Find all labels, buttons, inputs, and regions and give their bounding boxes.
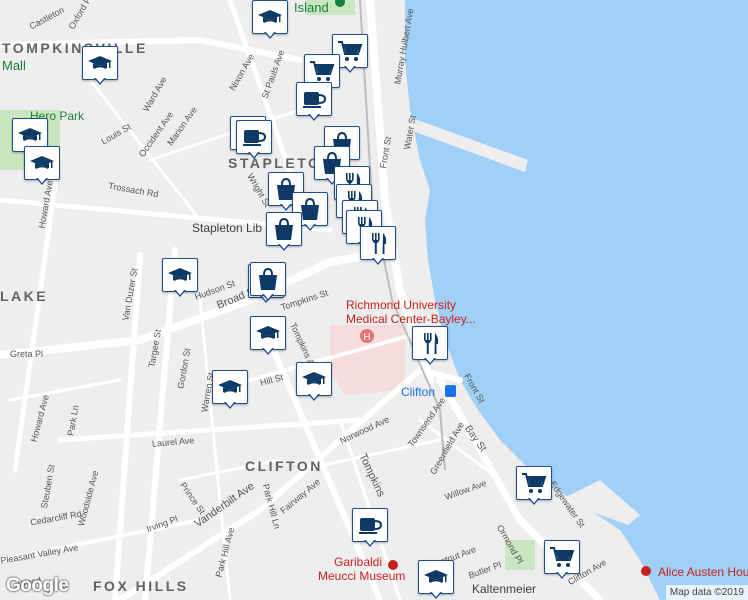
map-marker-shopping-cart[interactable] <box>516 466 552 506</box>
graduation-cap-icon <box>167 263 193 287</box>
poi-kaltenmeier[interactable]: Kaltenmeier <box>472 583 536 595</box>
graduation-cap-icon <box>29 151 55 175</box>
graduation-cap-icon <box>17 123 43 147</box>
map-marker-shopping-cart[interactable] <box>544 540 580 580</box>
map-marker-coffee-cup[interactable] <box>352 508 388 548</box>
map-marker-graduation-cap[interactable] <box>296 362 332 402</box>
poi-clifton-station[interactable]: Clifton <box>401 386 435 398</box>
google-logo: Google <box>6 575 69 596</box>
poi-hospital-line1[interactable]: Richmond University <box>346 299 456 311</box>
map-canvas[interactable]: H TOMPKINSVILLE STAPLETON CLIFTON FOX HI… <box>0 0 748 600</box>
road-laurel <box>57 417 363 443</box>
road-vanderbilt <box>117 366 463 600</box>
map-attribution[interactable]: Map data ©2019 <box>665 585 748 600</box>
shopping-bag-icon <box>255 267 281 291</box>
shopping-cart-icon <box>549 545 575 569</box>
neighborhood-tompkinsville: TOMPKINSVILLE <box>2 40 148 56</box>
shopping-cart-icon <box>309 59 335 83</box>
street-greta-pl: Greta Pl <box>10 349 44 359</box>
coffee-cup-icon <box>241 125 267 149</box>
poi-mall[interactable]: Mall <box>2 59 26 72</box>
graduation-cap-icon <box>217 375 243 399</box>
graduation-cap-icon <box>257 5 283 29</box>
poi-stapleton-library[interactable]: Stapleton Lib <box>192 222 262 234</box>
poi-hospital-line2[interactable]: Medical Center-Bayley... <box>346 313 476 325</box>
map-marker-graduation-cap[interactable] <box>162 258 198 298</box>
fork-knife-icon <box>365 231 391 255</box>
fork-knife-icon <box>417 331 443 355</box>
graduation-cap-icon <box>87 51 113 75</box>
map-marker-fork-knife[interactable] <box>360 226 396 266</box>
neighborhood-fox-hills: FOX HILLS <box>93 578 189 594</box>
map-marker-graduation-cap[interactable] <box>418 560 454 600</box>
neighborhood-clifton: CLIFTON <box>245 458 323 474</box>
poi-garibaldi-line2[interactable]: Meucci Museum <box>318 570 405 582</box>
graduation-cap-icon <box>301 367 327 391</box>
poi-alice-austen[interactable]: Alice Austen House <box>658 566 748 578</box>
map-marker-fork-knife[interactable] <box>412 326 448 366</box>
map-marker-graduation-cap[interactable] <box>252 0 288 40</box>
map-marker-graduation-cap[interactable] <box>250 316 286 356</box>
graduation-cap-icon <box>423 565 449 589</box>
poi-island[interactable]: Island <box>294 1 329 14</box>
shopping-cart-icon <box>337 39 363 63</box>
coffee-cup-icon <box>357 513 383 537</box>
map-marker-coffee-cup[interactable] <box>296 82 332 122</box>
map-marker-shopping-bag[interactable] <box>266 212 302 252</box>
shopping-bag-icon <box>271 217 297 241</box>
map-marker-graduation-cap[interactable] <box>82 46 118 86</box>
svg-text:H: H <box>363 332 370 343</box>
map-marker-shopping-bag[interactable] <box>250 262 286 302</box>
road-targee <box>142 247 178 600</box>
poi-garibaldi-line1[interactable]: Garibaldi <box>334 556 382 568</box>
map-marker-coffee-cup[interactable] <box>236 120 272 160</box>
neighborhood-lake: LAKE <box>0 288 49 304</box>
coffee-cup-icon <box>301 87 327 111</box>
graduation-cap-icon <box>255 321 281 345</box>
map-marker-graduation-cap[interactable] <box>212 370 248 410</box>
map-marker-graduation-cap[interactable] <box>24 146 60 186</box>
shopping-cart-icon <box>521 471 547 495</box>
museum-pin-icon-2 <box>641 566 651 576</box>
train-station-icon <box>445 385 456 397</box>
